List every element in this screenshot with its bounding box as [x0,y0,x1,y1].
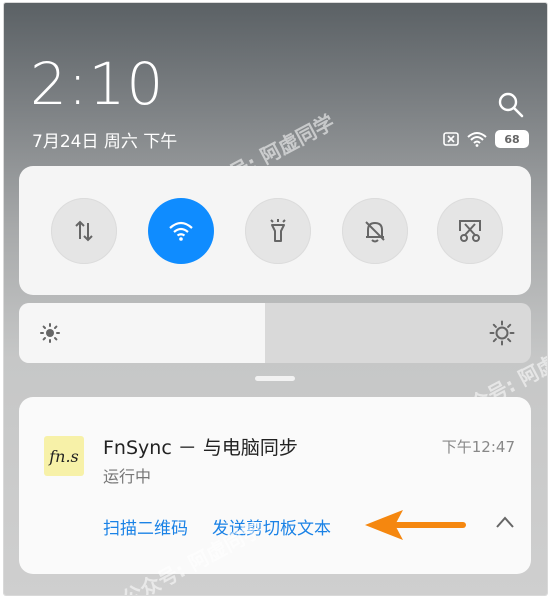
date-label: 7月24日 周六 下午 [32,132,178,152]
chevron-up-icon[interactable] [495,515,515,529]
quick-toggles-panel [19,166,531,295]
notification-card[interactable]: fn.s FnSync － 与电脑同步 运行中 下午12:47 扫描二维码 发送… [19,397,531,574]
toggle-mobile-data[interactable] [51,198,117,264]
brightness-slider[interactable] [19,303,531,363]
bell-off-icon [365,221,385,243]
notification-time: 下午12:47 [441,438,515,456]
toggle-flashlight[interactable] [245,198,311,264]
clock: 2:10 [30,50,165,118]
shade-drag-handle[interactable] [255,376,295,381]
toggle-screenshot[interactable] [437,198,503,264]
arrow-left-icon [365,510,466,540]
notification-status: 运行中 [103,467,152,486]
toggle-silent[interactable] [342,198,408,264]
status-icons: 68 [443,130,529,148]
notification-shade: 2:10 7月24日 周六 下午 68 公众号: 阿虚同学 阿虚同学 fn.s … [4,3,547,595]
wifi-icon [169,221,193,241]
battery-icon: 68 [495,130,529,148]
toggle-wifi[interactable] [148,198,214,264]
data-arrows-icon [75,220,93,242]
scissors-screenshot-icon [459,220,481,242]
send-clipboard-button[interactable]: 发送剪切板文本 [212,514,331,539]
brightness-high-icon [489,320,515,346]
brightness-low-icon [40,323,60,343]
sim-off-icon [443,132,459,146]
fnsync-app-icon: fn.s [44,436,84,476]
scan-qr-button[interactable]: 扫描二维码 [103,514,188,539]
wifi-icon [467,132,487,147]
flashlight-icon [270,219,286,242]
notification-title: FnSync － 与电脑同步 [103,437,298,459]
search-icon[interactable] [497,91,525,119]
